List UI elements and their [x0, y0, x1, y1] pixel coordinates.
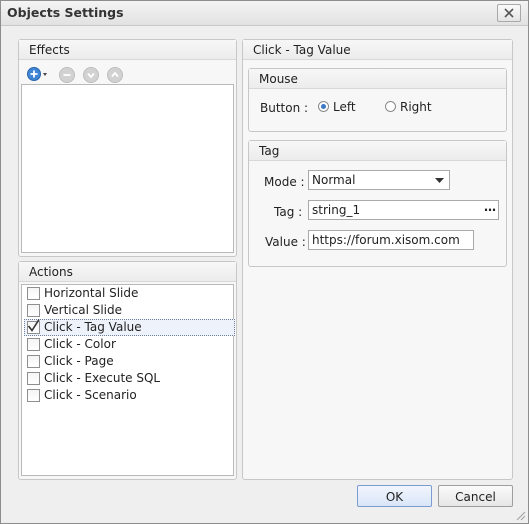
checkbox[interactable] [27, 338, 40, 351]
action-item-click-page[interactable]: Click - Page [24, 353, 235, 370]
actions-header: Actions [19, 262, 236, 282]
value-label: Value : [265, 235, 306, 249]
detail-panel: Click - Tag Value Mouse Button : Left Ri… [242, 39, 513, 480]
right-radio[interactable] [385, 101, 396, 112]
move-up-icon[interactable] [107, 67, 123, 83]
action-label: Click - Color [44, 337, 116, 351]
add-effect-button[interactable] [27, 66, 49, 82]
mouse-header: Mouse [249, 69, 506, 89]
mode-value: Normal [312, 173, 356, 187]
action-label: Click - Execute SQL [44, 371, 161, 385]
action-item-click-execute-sql[interactable]: Click - Execute SQL [24, 370, 235, 387]
dialog-title: Objects Settings [7, 5, 124, 20]
action-label: Click - Scenario [44, 388, 137, 402]
checkbox[interactable] [27, 304, 40, 317]
dropdown-arrow-icon [435, 178, 444, 183]
action-item-click-tag-value[interactable]: Click - Tag Value [24, 319, 235, 336]
remove-effect-icon[interactable] [59, 67, 75, 83]
checkbox[interactable] [27, 372, 40, 385]
close-icon [504, 8, 514, 18]
cancel-button[interactable]: Cancel [438, 485, 513, 507]
action-item-click-scenario[interactable]: Click - Scenario [24, 387, 235, 404]
mouse-group: Mouse Button : Left Right [248, 68, 507, 132]
actions-list: Horizontal Slide Vertical Slide Click - … [21, 284, 235, 476]
tag-value: string_1 [312, 203, 361, 217]
checkbox[interactable] [27, 287, 40, 300]
title-bar: Objects Settings [1, 1, 528, 26]
action-label: Click - Tag Value [44, 320, 142, 334]
button-label: Button : [260, 101, 309, 115]
tag-group: Tag Mode : Normal Tag : string_1 … Value… [248, 140, 507, 267]
ok-button[interactable]: OK [357, 485, 432, 507]
value-text: https://forum.xisom.com [312, 233, 460, 247]
objects-settings-dialog: Objects Settings Effects Actions Horizon… [0, 0, 529, 524]
value-input[interactable]: https://forum.xisom.com [308, 230, 474, 250]
action-item-horizontal-slide[interactable]: Horizontal Slide [24, 285, 235, 302]
checkbox-checked[interactable] [27, 319, 40, 334]
checkbox[interactable] [27, 389, 40, 402]
tag-browse-button[interactable]: … [481, 201, 499, 219]
checkbox[interactable] [27, 355, 40, 368]
move-down-icon[interactable] [83, 67, 99, 83]
effects-panel: Effects [18, 39, 237, 257]
tag-header: Tag [249, 141, 506, 161]
mode-select[interactable]: Normal [308, 170, 450, 190]
tag-label: Tag : [274, 205, 303, 219]
effects-header: Effects [19, 40, 236, 60]
resize-grip-icon[interactable] [516, 511, 526, 521]
ellipsis-icon: … [484, 200, 496, 214]
action-label: Horizontal Slide [44, 286, 139, 300]
mode-label: Mode : [264, 175, 305, 189]
action-label: Click - Page [44, 354, 114, 368]
effects-toolbar [19, 62, 236, 84]
detail-header: Click - Tag Value [243, 40, 512, 60]
close-button[interactable] [497, 4, 521, 22]
left-radio-label[interactable]: Left [333, 100, 356, 114]
check-icon [27, 319, 40, 332]
left-radio[interactable] [318, 101, 329, 112]
tag-input[interactable]: string_1 [308, 200, 499, 220]
effects-list[interactable] [21, 84, 234, 253]
action-item-click-color[interactable]: Click - Color [24, 336, 235, 353]
action-label: Vertical Slide [44, 303, 123, 317]
right-radio-label[interactable]: Right [400, 100, 432, 114]
actions-panel: Actions Horizontal Slide Vertical Slide … [18, 261, 237, 480]
action-item-vertical-slide[interactable]: Vertical Slide [24, 302, 235, 319]
add-circle-icon [27, 67, 47, 81]
